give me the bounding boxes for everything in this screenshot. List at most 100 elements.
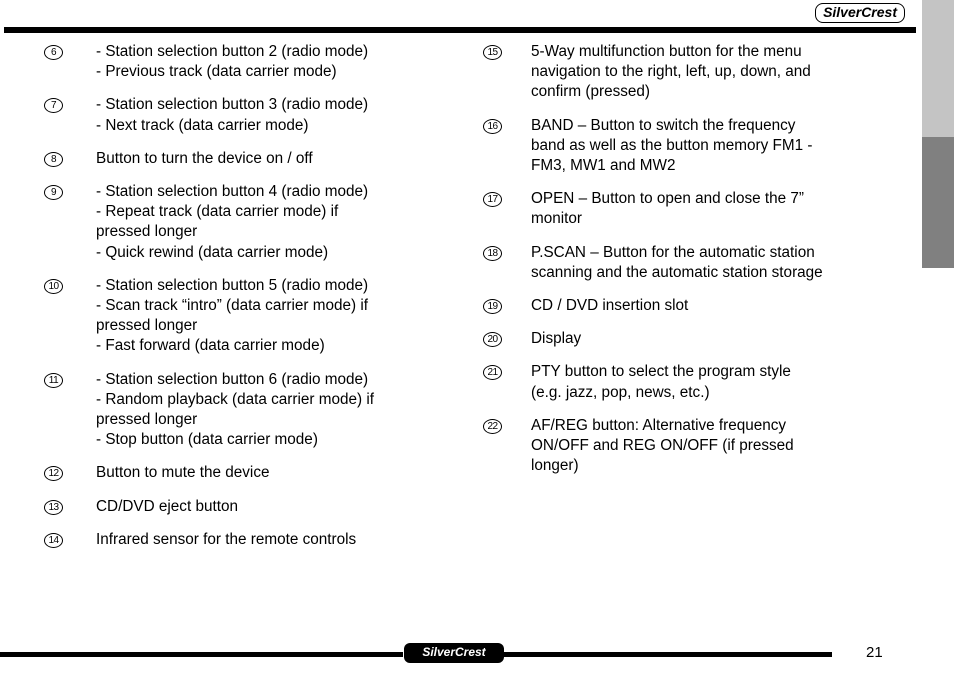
page-number: 21 — [866, 644, 883, 661]
item-number-badge: 8 — [44, 151, 63, 167]
item-number-badge: 10 — [44, 278, 63, 294]
item-description-line: - Station selection button 4 (radio mode… — [96, 183, 369, 201]
numbered-item: 12 Button to mute the device — [44, 463, 460, 483]
item-description-line: Infrared sensor for the remote controls — [96, 530, 357, 548]
item-description-line: pressed longer — [96, 223, 198, 241]
item-description: PTY button to select the program style (e… — [531, 362, 908, 402]
numbered-item: 10 - Station selection button 5 (radio mo… — [44, 276, 460, 357]
item-description-line: FM3, MW1 and MW2 — [531, 157, 676, 175]
item-description-line: CD/DVD eject button — [96, 497, 238, 515]
item-number-badge: 19 — [483, 299, 502, 315]
item-number-badge: 12 — [44, 466, 63, 482]
numbered-item: 8 Button to turn the device on / off — [44, 149, 460, 169]
page-header: SilverCrest — [0, 0, 922, 34]
item-number-badge: 18 — [483, 245, 502, 261]
item-number-badge: 22 — [483, 418, 502, 434]
item-description: Button to mute the device — [96, 463, 460, 483]
numbered-item: 19 CD / DVD insertion slot — [483, 296, 908, 316]
column-right: 15 5-Way multifunction button for the men… — [483, 42, 908, 489]
numbered-item: 7 - Station selection button 3 (radio mod… — [44, 95, 460, 135]
footer-rule-right — [503, 652, 832, 657]
item-description: OPEN – Button to open and close the 7” mo… — [531, 189, 908, 229]
item-number-badge: 16 — [483, 118, 502, 134]
item-description: BAND – Button to switch the frequency ban… — [531, 116, 908, 177]
item-description: P.SCAN – Button for the automatic statio… — [531, 243, 908, 283]
numbered-item: 20 Display — [483, 329, 908, 349]
numbered-item: 21 PTY button to select the program style… — [483, 362, 908, 402]
item-description-line: navigation to the right, left, up, down,… — [531, 63, 811, 81]
header-rule — [4, 27, 916, 33]
item-description-line: AF/REG button: Alternative frequency — [531, 416, 787, 434]
item-description-line: confirm (pressed) — [531, 83, 651, 101]
numbered-item: 17 OPEN – Button to open and close the 7”… — [483, 189, 908, 229]
item-description: Button to turn the device on / off — [96, 149, 460, 169]
item-number-badge: 13 — [44, 499, 63, 515]
section-tab-lower — [922, 137, 954, 268]
item-description: CD / DVD insertion slot — [531, 296, 908, 316]
item-number-badge: 6 — [44, 45, 63, 60]
item-description-line: OPEN – Button to open and close the 7” — [531, 190, 804, 208]
item-number-badge: 20 — [483, 332, 502, 348]
numbered-item: 22 AF/REG button: Alternative frequency ON… — [483, 416, 908, 477]
column-left: 6 - Station selection button 2 (radio mod… — [44, 42, 460, 563]
section-tab-upper — [922, 0, 954, 137]
page-footer: SilverCrest 21 — [0, 640, 954, 674]
brand-logo-header: SilverCrest — [815, 3, 905, 23]
item-description-line: CD / DVD insertion slot — [531, 297, 689, 315]
item-description: - Station selection button 4 (radio mode… — [96, 182, 460, 263]
item-description-line: Display — [531, 330, 582, 348]
item-description-line: BAND – Button to switch the frequency — [531, 116, 796, 134]
numbered-item: 6 - Station selection button 2 (radio mod… — [44, 42, 460, 82]
item-description-line: monitor — [531, 210, 583, 228]
item-description: AF/REG button: Alternative frequency ON/O… — [531, 416, 908, 477]
item-number-badge: 14 — [44, 532, 63, 548]
item-description-line: - Station selection button 5 (radio mode… — [96, 276, 369, 294]
item-number-badge: 15 — [483, 45, 502, 60]
item-description-line: (e.g. jazz, pop, news, etc.) — [531, 383, 710, 401]
item-number-badge: 17 — [483, 192, 502, 208]
item-description-line: ON/OFF and REG ON/OFF (if pressed — [531, 437, 794, 455]
item-description-line: 5-Way multifunction button for the menu — [531, 43, 802, 60]
item-description: Display — [531, 329, 908, 349]
item-number-badge: 9 — [44, 185, 63, 201]
item-description-line: Button to mute the device — [96, 464, 270, 482]
item-number-badge: 7 — [44, 98, 63, 114]
item-description-line: - Repeat track (data carrier mode) if — [96, 203, 339, 221]
item-description-line: pressed longer — [96, 411, 198, 429]
item-description: 5-Way multifunction button for the menu n… — [531, 42, 908, 103]
numbered-item: 9 - Station selection button 4 (radio mod… — [44, 182, 460, 263]
numbered-item: 13 CD/DVD eject button — [44, 497, 460, 517]
item-description: - Station selection button 3 (radio mode… — [96, 95, 460, 135]
numbered-item: 18 P.SCAN – Button for the automatic stat… — [483, 243, 908, 283]
item-description: - Station selection button 6 (radio mode… — [96, 370, 460, 451]
numbered-item: 16 BAND – Button to switch the frequency b… — [483, 116, 908, 177]
item-description-line: Button to turn the device on / off — [96, 149, 313, 167]
numbered-item: 11 - Station selection button 6 (radio mo… — [44, 370, 460, 451]
item-description-line: scanning and the automatic station stora… — [531, 263, 823, 281]
item-description-line: - Station selection button 3 (radio mode… — [96, 96, 369, 114]
item-description-line: pressed longer — [96, 317, 198, 335]
item-description-line: longer) — [531, 457, 579, 475]
item-description-line: - Station selection button 2 (radio mode… — [96, 43, 369, 60]
item-description-line: PTY button to select the program style — [531, 363, 791, 381]
item-description-line: - Random playback (data carrier mode) if — [96, 390, 375, 408]
footer-rule-left — [0, 652, 403, 657]
item-description-line: - Scan track “intro” (data carrier mode)… — [96, 297, 369, 315]
item-description-line: band as well as the button memory FM1 - — [531, 136, 813, 154]
item-description-line: - Stop button (data carrier mode) — [96, 431, 318, 449]
brand-logo-footer: SilverCrest — [404, 643, 504, 663]
item-number-badge: 21 — [483, 365, 502, 381]
item-description-line: - Quick rewind (data carrier mode) — [96, 243, 329, 261]
item-number-badge: 11 — [44, 372, 63, 388]
item-description: CD/DVD eject button — [96, 497, 460, 517]
item-description: Infrared sensor for the remote controls — [96, 530, 460, 550]
item-description-line: - Next track (data carrier mode) — [96, 116, 309, 134]
item-description-line: - Previous track (data carrier mode) — [96, 63, 337, 81]
item-description-line: - Station selection button 6 (radio mode… — [96, 370, 369, 388]
item-description: - Station selection button 5 (radio mode… — [96, 276, 460, 357]
item-description-line: - Fast forward (data carrier mode) — [96, 337, 325, 355]
numbered-item: 14 Infrared sensor for the remote control… — [44, 530, 460, 550]
item-description-line: P.SCAN – Button for the automatic statio… — [531, 243, 815, 261]
numbered-item: 15 5-Way multifunction button for the men… — [483, 42, 908, 103]
item-description: - Station selection button 2 (radio mode… — [96, 42, 460, 82]
